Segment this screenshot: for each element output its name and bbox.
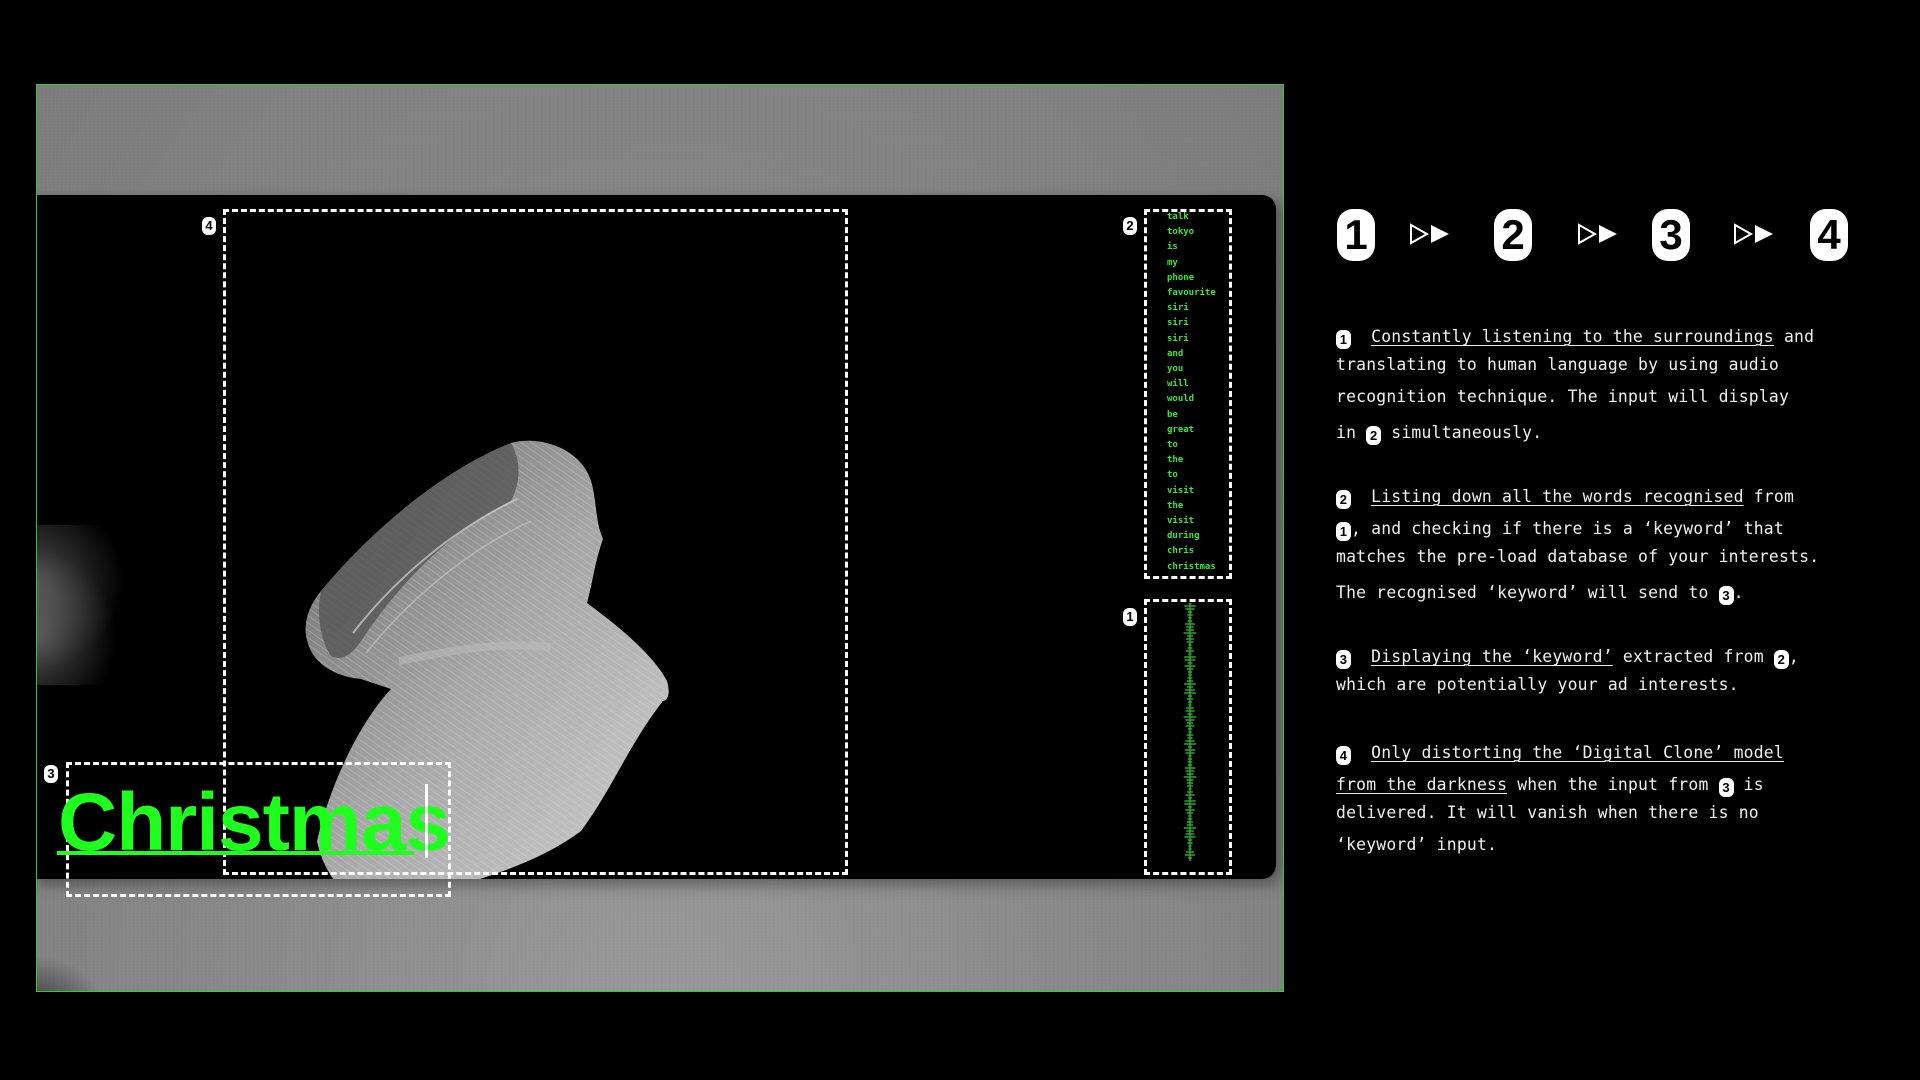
step-ref-badge: 2: [1773, 650, 1789, 669]
recognised-word: visit: [1167, 485, 1195, 496]
recognised-word: siri: [1167, 303, 1189, 314]
fast-forward-icon: [1410, 223, 1449, 245]
box-label-3: 3: [44, 765, 58, 783]
step-ref-badge: 2: [1366, 426, 1382, 445]
step-description-4: 4 Only distorting the ‘Digital Clone’ mo…: [1336, 743, 1784, 854]
text-cursor: [425, 784, 428, 858]
recognised-word: visit: [1167, 516, 1195, 527]
recognised-word: to: [1167, 470, 1178, 481]
step-description-3: 3 Displaying the ‘keyword’ extracted fro…: [1336, 647, 1799, 694]
step-badge: 4: [1336, 746, 1351, 765]
flow-step-2: 2: [1494, 209, 1532, 261]
recognised-word: great: [1167, 424, 1195, 435]
recognised-word: tokyo: [1167, 227, 1195, 238]
audio-waveform: [1183, 603, 1197, 861]
recognised-word: chris: [1167, 546, 1195, 557]
recognised-word: talk: [1167, 212, 1189, 222]
flow-step-3: 3: [1652, 209, 1690, 261]
box-label-1: 1: [1123, 608, 1137, 626]
fast-forward-icon: [1734, 223, 1773, 245]
recognised-word: the: [1167, 500, 1184, 511]
recognised-word: be: [1167, 409, 1178, 420]
step-ref-badge: 3: [1718, 778, 1734, 797]
recognised-word: you: [1167, 364, 1184, 375]
recognised-word: christmas: [1167, 561, 1216, 572]
fast-forward-icon: [1578, 223, 1617, 245]
recognised-word: during: [1167, 531, 1200, 542]
ghost-glow: [37, 525, 141, 685]
box-label-4: 4: [202, 217, 216, 235]
recognised-word: the: [1167, 455, 1184, 466]
recognised-word: is: [1167, 242, 1178, 253]
keyword-underline: [57, 851, 414, 855]
recognised-word-list: talk tokyo is my phone favourite siri siri siri a…: [1167, 210, 1227, 575]
step-ref-badge: 3: [1718, 586, 1734, 605]
recognised-word: would: [1167, 394, 1195, 405]
step-badge: 3: [1336, 650, 1351, 669]
recognised-word: to: [1167, 440, 1178, 451]
step-ref-badge: 1: [1336, 522, 1351, 541]
step-description-1: 1 Constantly listening to the surroundin…: [1336, 327, 1815, 445]
recognised-word: favourite: [1167, 288, 1216, 299]
recognised-word: siri: [1167, 333, 1189, 344]
recognised-word: siri: [1167, 318, 1189, 329]
step-badge: 1: [1336, 330, 1351, 349]
step-description-2: 2 Listing down all the words recognised …: [1336, 487, 1820, 605]
wall-shadow: [37, 955, 107, 991]
step-badge: 2: [1336, 490, 1351, 509]
recognised-word: and: [1167, 348, 1184, 359]
recognised-word: my: [1167, 257, 1178, 268]
recognised-word: will: [1167, 379, 1189, 390]
box-label-2: 2: [1123, 217, 1137, 235]
flow-step-4: 4: [1810, 209, 1848, 261]
flow-step-1: 1: [1337, 209, 1375, 261]
recognised-word: phone: [1167, 272, 1195, 283]
